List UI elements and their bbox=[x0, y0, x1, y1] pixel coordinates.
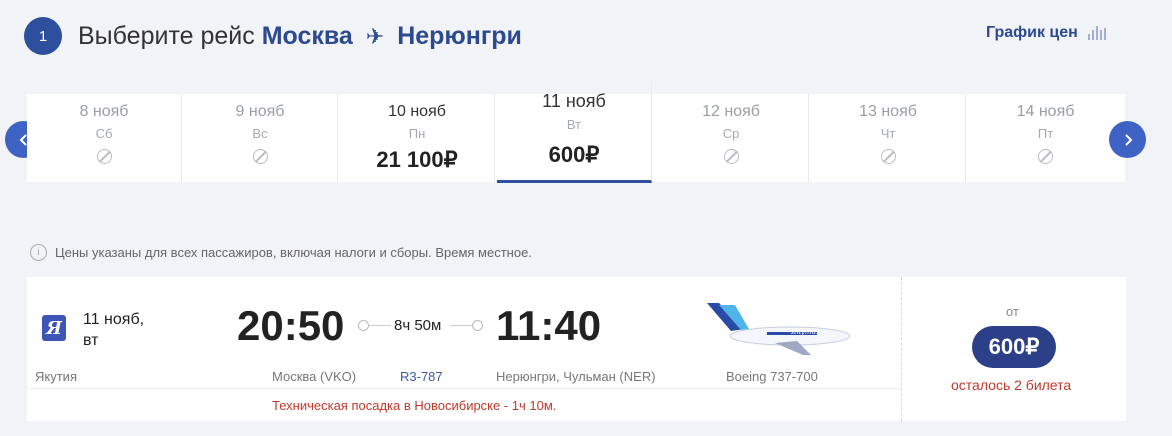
date-tab-8[interactable]: 8 нояб Сб bbox=[27, 94, 182, 182]
unavailable-icon bbox=[252, 149, 268, 164]
unavailable-icon bbox=[96, 149, 112, 164]
arrival-airport: Нерюнгри, Чульман (NER) bbox=[496, 369, 656, 384]
weekday-label: Пн bbox=[408, 126, 426, 141]
aircraft-image: Якутия bbox=[707, 303, 851, 355]
airline-name: Якутия bbox=[35, 369, 77, 384]
airline-logo-icon: Я bbox=[42, 315, 66, 341]
page-title: Выберите рейс Москва ✈ Нерюнгри bbox=[78, 18, 522, 55]
next-dates-button[interactable] bbox=[1109, 121, 1146, 158]
flight-card[interactable]: Я 11 нояб, вт 20:50 8ч 50м 11:40 Якутия … bbox=[27, 277, 1126, 421]
flight-date: 11 нояб, вт bbox=[83, 309, 163, 351]
select-flight-price-button[interactable]: 600₽ bbox=[972, 326, 1056, 368]
info-icon: i bbox=[30, 244, 47, 261]
date-tab-9[interactable]: 9 нояб Вс bbox=[183, 94, 338, 182]
date-price: 21 100₽ bbox=[376, 147, 458, 172]
step-number-badge: 1 bbox=[24, 17, 62, 55]
date-label: 10 нояб bbox=[388, 103, 446, 120]
date-selector: 8 нояб Сб 9 нояб Вс 10 нояб Пн 21 100₽ 1… bbox=[27, 82, 1125, 183]
date-label: 14 нояб bbox=[1016, 103, 1075, 120]
weekday-label: Вс bbox=[252, 126, 268, 141]
weekday-label: Пт bbox=[1037, 126, 1054, 141]
arrival-time: 11:40 bbox=[496, 302, 602, 349]
svg-text:Якутия: Якутия bbox=[790, 328, 821, 336]
weekday-label: Сб bbox=[95, 126, 113, 141]
date-label: 12 нояб bbox=[702, 103, 760, 120]
price-from-label: от bbox=[1006, 304, 1019, 319]
flight-number[interactable]: R3-787 bbox=[400, 369, 443, 384]
unavailable-icon bbox=[880, 149, 896, 164]
date-tab-13[interactable]: 13 нояб Чт bbox=[811, 94, 966, 182]
price-divider bbox=[901, 277, 902, 421]
flight-date-day: 11 нояб, bbox=[83, 311, 145, 328]
flight-duration: 8ч 50м bbox=[394, 317, 442, 334]
origin-city: Москва bbox=[261, 22, 353, 50]
seats-left-label: осталось 2 билета bbox=[951, 377, 1072, 393]
departure-airport: Москва (VKO) bbox=[272, 369, 357, 384]
date-label: 8 нояб bbox=[79, 103, 129, 120]
bar-chart-icon bbox=[1087, 26, 1106, 40]
route-start-dot bbox=[358, 320, 369, 331]
date-label: 11 нояб bbox=[542, 91, 606, 111]
weekday-label: Чт bbox=[880, 126, 896, 141]
date-tab-12[interactable]: 12 нояб Ср bbox=[654, 94, 809, 182]
departure-time: 20:50 bbox=[237, 302, 345, 349]
flight-date-weekday: вт bbox=[83, 332, 99, 349]
date-tab-10[interactable]: 10 нояб Пн 21 100₽ bbox=[340, 94, 495, 182]
aircraft-model: Boeing 737-700 bbox=[726, 369, 818, 384]
route-end-dot bbox=[472, 320, 483, 331]
title-prefix: Выберите рейс bbox=[78, 22, 255, 50]
airplane-icon: ✈ bbox=[365, 24, 385, 49]
date-price: 600₽ bbox=[548, 142, 600, 167]
chevron-right-icon bbox=[1124, 133, 1132, 146]
price-notice: i Цены указаны для всех пассажиров, вклю… bbox=[30, 244, 532, 261]
weekday-label: Ср bbox=[722, 126, 740, 141]
card-divider bbox=[27, 388, 901, 389]
date-tab-14[interactable]: 14 нояб Пт bbox=[968, 94, 1123, 182]
date-label: 13 нояб bbox=[859, 103, 917, 120]
date-tab-11-selected[interactable]: 11 нояб Вт 600₽ bbox=[497, 82, 652, 183]
destination-city: Нерюнгри bbox=[397, 22, 522, 50]
stopover-warning: Техническая посадка в Новосибирске - 1ч … bbox=[272, 398, 557, 413]
unavailable-icon bbox=[1038, 149, 1053, 164]
unavailable-icon bbox=[723, 149, 739, 164]
price-chart-label: График цен bbox=[986, 24, 1078, 41]
weekday-label: Вт bbox=[566, 117, 582, 132]
price-chart-link[interactable]: График цен bbox=[986, 24, 1106, 42]
price-notice-text: Цены указаны для всех пассажиров, включа… bbox=[55, 245, 532, 260]
date-label: 9 нояб bbox=[235, 103, 285, 120]
